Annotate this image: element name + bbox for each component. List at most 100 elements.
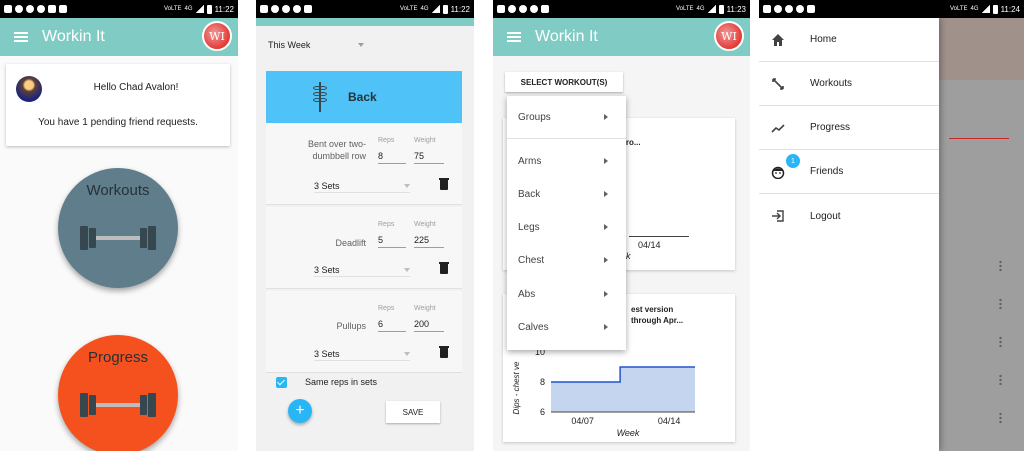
workout-screen: VoLTE 4G 11:22 This Week Back Bent over … bbox=[256, 0, 474, 451]
muscle-group-title: Back bbox=[348, 90, 377, 104]
notification-icon bbox=[508, 5, 516, 13]
exercise-name: Bent over two-dumbbell row bbox=[307, 139, 366, 161]
menu-item-chest[interactable]: Chest bbox=[507, 247, 626, 273]
menu-item-label: Back bbox=[518, 188, 541, 200]
notification-icon bbox=[519, 5, 527, 13]
delete-icon[interactable] bbox=[439, 262, 449, 274]
x-tick-label: 04/14 bbox=[658, 416, 681, 426]
workouts-button[interactable]: Workouts bbox=[58, 168, 178, 288]
notification-icon bbox=[774, 5, 782, 13]
progress-screen: VoLTE 4G 11:23 Workin It WI SELECT WORKO… bbox=[493, 0, 750, 451]
wrench-icon bbox=[807, 5, 815, 13]
messenger-icon bbox=[796, 5, 804, 13]
status-bar: VoLTE 4G 11:22 bbox=[0, 0, 238, 18]
clock: 11:24 bbox=[1000, 4, 1020, 14]
menu-item-arms[interactable]: Arms bbox=[507, 148, 626, 174]
more-options-icon bbox=[999, 336, 1002, 347]
drawer-screen: VoLTE 4G 11:24 Home Workouts Progress 1 … bbox=[759, 0, 1024, 451]
weight-label: Weight bbox=[414, 221, 436, 228]
chevron-down-icon bbox=[358, 43, 364, 47]
drawer-item-label: Progress bbox=[810, 122, 851, 133]
wrench-icon bbox=[304, 5, 312, 13]
pending-requests-text[interactable]: You have 1 pending friend requests. bbox=[6, 117, 230, 128]
notification-icon bbox=[497, 5, 505, 13]
series-area bbox=[551, 367, 695, 412]
exercise-name: Deadlift bbox=[335, 238, 366, 248]
drawer-item-label: Home bbox=[810, 34, 837, 45]
app-bar: Workin It WI bbox=[0, 18, 238, 56]
drawer-item-home[interactable]: Home bbox=[759, 18, 939, 62]
more-options-icon bbox=[999, 260, 1002, 271]
menu-item-label: Legs bbox=[518, 221, 540, 233]
weight-input[interactable]: 200 bbox=[414, 319, 444, 332]
reps-input[interactable]: 5 bbox=[378, 235, 406, 248]
notification-icon bbox=[282, 5, 290, 13]
add-exercise-button[interactable]: + bbox=[288, 399, 312, 423]
drawer-item-progress[interactable]: Progress bbox=[759, 106, 939, 150]
sets-select[interactable]: 3 Sets bbox=[314, 347, 410, 361]
menu-item-legs[interactable]: Legs bbox=[507, 214, 626, 240]
network-label: 4G bbox=[184, 6, 193, 12]
menu-icon[interactable] bbox=[507, 32, 521, 42]
delete-icon[interactable] bbox=[439, 178, 449, 190]
home-icon bbox=[772, 33, 784, 46]
network-type: VoLTE bbox=[399, 6, 418, 12]
profile-avatar[interactable]: WI bbox=[714, 21, 744, 51]
x-axis bbox=[629, 236, 689, 237]
menu-item-calves[interactable]: Calves bbox=[507, 314, 626, 340]
network-label: 4G bbox=[970, 6, 979, 12]
x-axis-label: k bbox=[626, 251, 631, 261]
weight-input[interactable]: 75 bbox=[414, 151, 444, 164]
week-filter-select[interactable]: This Week bbox=[268, 36, 364, 54]
reps-label: Reps bbox=[378, 305, 395, 312]
chevron-right-icon bbox=[604, 257, 608, 263]
battery-icon bbox=[442, 4, 448, 14]
profile-avatar[interactable]: WI bbox=[202, 21, 232, 51]
same-reps-checkbox[interactable] bbox=[276, 376, 287, 388]
sets-value: 3 Sets bbox=[314, 180, 340, 191]
notification-icon bbox=[271, 5, 279, 13]
wrench-icon bbox=[541, 5, 549, 13]
exercise-name: Pullups bbox=[336, 321, 366, 331]
sets-select[interactable]: 3 Sets bbox=[314, 179, 410, 193]
battery-icon bbox=[718, 4, 724, 14]
signal-icon bbox=[195, 5, 204, 13]
signal-icon bbox=[431, 5, 440, 13]
reps-input[interactable]: 6 bbox=[378, 319, 406, 332]
friends-icon bbox=[771, 166, 785, 179]
menu-item-groups[interactable]: Groups bbox=[507, 104, 626, 130]
delete-icon[interactable] bbox=[439, 346, 449, 358]
more-options-icon bbox=[999, 298, 1002, 309]
weight-input[interactable]: 225 bbox=[414, 235, 444, 248]
network-label: 4G bbox=[696, 6, 705, 12]
spine-icon bbox=[308, 82, 332, 112]
sets-select[interactable]: 3 Sets bbox=[314, 263, 410, 277]
more-options-icon bbox=[999, 412, 1002, 423]
menu-item-back[interactable]: Back bbox=[507, 181, 626, 207]
app-title: Workin It bbox=[535, 28, 598, 45]
exercise-card: Bent over two-dumbbell row Reps Weight 8… bbox=[266, 123, 462, 205]
drawer-item-friends[interactable]: 1 Friends bbox=[759, 150, 939, 194]
menu-item-label: Arms bbox=[518, 155, 542, 167]
reps-input[interactable]: 8 bbox=[378, 151, 406, 164]
x-axis-label: Week bbox=[617, 428, 640, 438]
same-reps-row: Same reps in sets bbox=[276, 374, 377, 390]
network-type: VoLTE bbox=[163, 6, 182, 12]
notification-badge: 1 bbox=[786, 154, 800, 168]
battery-icon bbox=[206, 4, 212, 14]
background-chart-line bbox=[949, 138, 1009, 139]
status-bar: VoLTE 4G 11:24 bbox=[759, 0, 1024, 18]
app-title: Workin It bbox=[42, 28, 105, 45]
divider bbox=[507, 138, 626, 139]
chevron-right-icon bbox=[604, 224, 608, 230]
drawer-item-workouts[interactable]: Workouts bbox=[759, 62, 939, 106]
network-type: VoLTE bbox=[949, 6, 968, 12]
menu-item-abs[interactable]: Abs bbox=[507, 281, 626, 307]
drawer-item-logout[interactable]: Logout bbox=[759, 194, 939, 238]
menu-icon[interactable] bbox=[14, 32, 28, 42]
select-workouts-button[interactable]: SELECT WORKOUT(S) bbox=[505, 72, 623, 92]
notification-icon bbox=[26, 5, 34, 13]
clock: 11:22 bbox=[214, 4, 234, 14]
save-button[interactable]: SAVE bbox=[386, 401, 440, 423]
progress-button[interactable]: Progress bbox=[58, 335, 178, 451]
